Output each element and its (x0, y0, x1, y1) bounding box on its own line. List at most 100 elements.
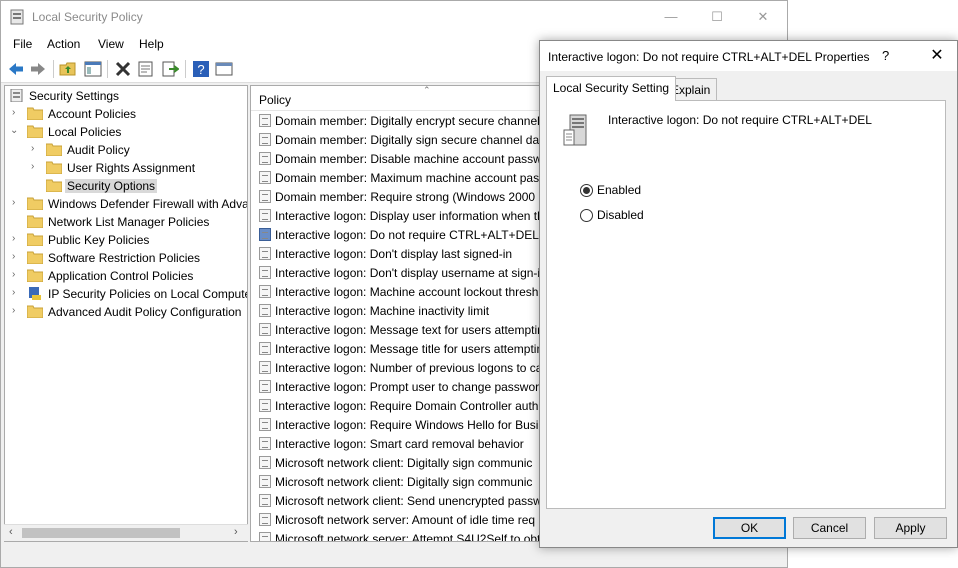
list-item[interactable]: Microsoft network client: Digitally sign… (251, 472, 545, 491)
list-item[interactable]: Interactive logon: Message title for use… (251, 339, 545, 358)
list-item[interactable]: Interactive logon: Do not require CTRL+A… (251, 225, 545, 244)
list-item[interactable]: Domain member: Digitally sign secure cha… (251, 130, 545, 149)
folder-icon (46, 179, 62, 192)
tree-label: Public Key Policies (48, 233, 150, 247)
folder-icon (27, 125, 43, 138)
help-button[interactable]: ? (882, 48, 889, 63)
list-item[interactable]: Interactive logon: Smart card removal be… (251, 434, 545, 453)
scroll-left-icon[interactable]: ‹ (9, 526, 13, 538)
list-item[interactable]: Microsoft network client: Send unencrypt… (251, 491, 545, 510)
list-item[interactable]: Interactive logon: Number of previous lo… (251, 358, 545, 377)
menu-action[interactable]: Action (47, 37, 80, 51)
tree-horizontal-scrollbar[interactable]: ‹ › (4, 524, 248, 541)
list-item[interactable]: Interactive logon: Prompt user to change… (251, 377, 545, 396)
list-item[interactable]: Microsoft network server: Attempt S4U2Se… (251, 529, 545, 541)
up-folder-icon[interactable] (59, 60, 77, 78)
list-item[interactable]: Domain member: Require strong (Windows 2… (251, 187, 546, 206)
policy-label: Domain member: Disable machine account p… (275, 152, 542, 166)
policy-icon (259, 304, 271, 317)
menu-file[interactable]: File (13, 37, 32, 51)
dialog-title-bar: Interactive logon: Do not require CTRL+A… (540, 41, 957, 71)
column-header-policy[interactable]: Policy (259, 93, 291, 107)
policy-label: Microsoft network server: Amount of idle… (275, 513, 536, 527)
policy-label: Interactive logon: Don't display usernam… (275, 266, 541, 280)
enabled-radio[interactable] (580, 184, 593, 197)
policy-icon (259, 285, 271, 298)
back-arrow-icon[interactable] (7, 60, 25, 78)
list-item[interactable]: Interactive logon: Don't display usernam… (251, 263, 545, 282)
scroll-right-icon[interactable]: › (234, 526, 238, 538)
policy-icon (259, 475, 271, 488)
list-item[interactable]: Interactive logon: Display user informat… (251, 206, 545, 225)
chevron-right-icon[interactable]: › (12, 197, 22, 208)
dialog-close-button[interactable]: ✕ (916, 41, 958, 71)
policy-icon (259, 532, 271, 541)
policy-icon (259, 380, 271, 393)
list-item[interactable]: Interactive logon: Require Windows Hello… (251, 415, 546, 434)
tab-local-security-setting[interactable]: Local Security Setting (546, 76, 677, 101)
chevron-right-icon[interactable]: › (12, 269, 22, 280)
tree-label: Account Policies (48, 107, 137, 121)
tree-label: Security Settings (29, 89, 120, 103)
forward-arrow-icon[interactable] (29, 60, 47, 78)
policy-name: Interactive logon: Do not require CTRL+A… (608, 113, 872, 127)
list-item[interactable]: Interactive logon: Don't display last si… (251, 244, 545, 263)
chevron-right-icon[interactable]: › (12, 287, 22, 298)
console-icon[interactable] (215, 60, 233, 78)
list-item[interactable]: Microsoft network client: Digitally sign… (251, 453, 545, 472)
chevron-right-icon[interactable]: › (31, 161, 41, 172)
list-item[interactable]: Interactive logon: Message text for user… (251, 320, 545, 339)
export-list-icon[interactable] (161, 60, 179, 78)
chevron-down-icon[interactable]: ⌄ (10, 125, 20, 136)
properties-dialog: Interactive logon: Do not require CTRL+A… (539, 40, 958, 548)
policy-icon (259, 513, 271, 526)
tree-label: Audit Policy (67, 143, 130, 157)
policy-label: Interactive logon: Machine inactivity li… (275, 304, 490, 318)
ip-security-icon (29, 287, 41, 300)
help-icon[interactable]: ? (192, 60, 210, 78)
delete-icon[interactable] (114, 60, 132, 78)
chevron-right-icon[interactable]: › (12, 107, 22, 118)
tree-label: User Rights Assignment (67, 161, 196, 175)
security-settings-icon (10, 89, 23, 102)
show-hide-tree-icon[interactable] (84, 60, 102, 78)
chevron-right-icon[interactable]: › (12, 251, 22, 262)
folder-icon (27, 107, 43, 120)
cancel-button[interactable]: Cancel (793, 517, 866, 539)
chevron-right-icon[interactable]: › (12, 233, 22, 244)
list-item[interactable]: Interactive logon: Machine inactivity li… (251, 301, 545, 320)
policy-label: Interactive logon: Smart card removal be… (275, 437, 524, 451)
minimize-button[interactable]: — (648, 1, 694, 33)
ok-button[interactable]: OK (713, 517, 786, 539)
policy-label: Interactive logon: Prompt user to change… (275, 380, 540, 394)
maximize-button[interactable]: ☐ (694, 1, 740, 33)
chevron-right-icon[interactable]: › (12, 305, 22, 316)
properties-icon[interactable] (137, 60, 155, 78)
disabled-radio[interactable] (580, 209, 593, 222)
disabled-label[interactable]: Disabled (597, 208, 644, 222)
policy-label: Interactive logon: Message text for user… (275, 323, 544, 337)
apply-button[interactable]: Apply (874, 517, 947, 539)
policy-label: Interactive logon: Require Windows Hello… (275, 418, 546, 432)
policy-label: Domain member: Require strong (Windows 2… (275, 190, 546, 204)
policy-label: Microsoft network client: Digitally sign… (275, 456, 533, 470)
folder-icon (46, 143, 62, 156)
policy-label: Interactive logon: Message title for use… (275, 342, 544, 356)
scrollbar-thumb[interactable] (22, 528, 180, 538)
list-item[interactable]: Domain member: Maximum machine account p… (251, 168, 545, 187)
menu-view[interactable]: View (98, 37, 124, 51)
list-header: ⌃ Policy (251, 86, 545, 111)
enabled-label[interactable]: Enabled (597, 183, 641, 197)
tree-label: Network List Manager Policies (48, 215, 210, 229)
list-item[interactable]: Interactive logon: Require Domain Contro… (251, 396, 545, 415)
chevron-right-icon[interactable]: › (31, 143, 41, 154)
menu-help[interactable]: Help (139, 37, 164, 51)
list-item[interactable]: Microsoft network server: Amount of idle… (251, 510, 545, 529)
list-item[interactable]: Domain member: Digitally encrypt secure … (251, 111, 545, 130)
list-item[interactable]: Domain member: Disable machine account p… (251, 149, 545, 168)
server-policy-icon (563, 114, 587, 146)
tree-label: IP Security Policies on Local Compute (48, 287, 248, 301)
close-button[interactable]: ✕ (740, 1, 786, 33)
svg-text:?: ? (197, 62, 204, 77)
list-item[interactable]: Interactive logon: Machine account locko… (251, 282, 545, 301)
